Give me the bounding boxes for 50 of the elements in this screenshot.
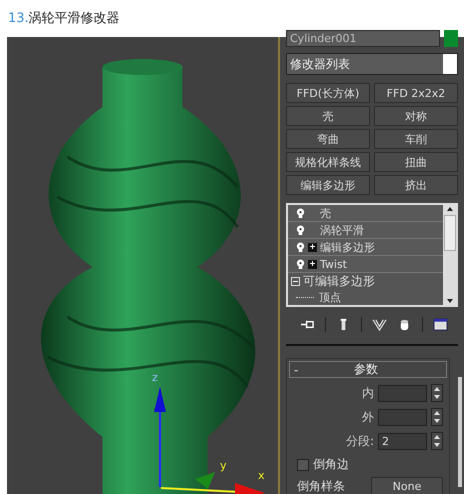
modifier-button[interactable]: 规格化样条线 [286, 152, 370, 172]
lightbulb-icon[interactable] [296, 242, 305, 252]
modifier-button[interactable]: 对称 [374, 106, 458, 126]
field-label: 倒角样条 [297, 478, 345, 494]
spinner-control[interactable] [431, 432, 443, 450]
axis-label: x [258, 469, 265, 482]
modifier-list-dropdown[interactable]: 修改器列表 [286, 53, 458, 75]
modifier-button[interactable]: 壳 [286, 106, 370, 126]
modifier-button[interactable]: 编辑多边形 [286, 175, 370, 195]
object-name-field[interactable]: Cylinder001 [286, 30, 440, 47]
field-label: 分段: [346, 432, 374, 450]
funnel-icon[interactable] [372, 318, 387, 331]
expand-toggle[interactable] [308, 260, 317, 268]
modifier-button[interactable]: FFD 2x2x2 [374, 83, 458, 103]
rollout-header[interactable]: - 参数 [289, 361, 447, 378]
modifier-button[interactable]: 扭曲 [374, 152, 458, 172]
color-swatch[interactable] [444, 30, 458, 47]
x-axis-arrow[interactable] [160, 483, 265, 494]
spinner-control[interactable] [431, 408, 443, 426]
stack-item[interactable]: Twist [288, 256, 443, 273]
scrollbar[interactable] [443, 205, 456, 305]
spinner-control[interactable] [431, 384, 443, 402]
lightbulb-icon[interactable] [296, 208, 305, 218]
none-button[interactable]: None [371, 477, 443, 494]
modifier-button[interactable]: 车削 [374, 129, 458, 149]
field-label: 内 [362, 384, 374, 402]
stack-item[interactable]: 壳 [288, 205, 443, 222]
axis-label: z [152, 371, 158, 384]
checkbox[interactable] [297, 458, 309, 470]
modifier-button[interactable]: 挤出 [374, 175, 458, 195]
page-title: 13.涡轮平滑修改器 [7, 10, 121, 28]
expand-toggle[interactable] [308, 242, 317, 252]
axis-label: y [220, 459, 227, 472]
field-label: 外 [362, 408, 374, 426]
stack-item[interactable]: 编辑多边形 [288, 239, 443, 256]
number-field[interactable]: 2 [378, 432, 427, 450]
modifier-button[interactable]: FFD(长方体) [286, 83, 370, 103]
stack-subitem[interactable]: 顶点 [288, 289, 443, 305]
number-field[interactable] [378, 384, 427, 402]
lightbulb-icon[interactable] [296, 258, 305, 270]
lightbulb-icon[interactable] [296, 224, 305, 236]
panel-scrollbar[interactable] [458, 377, 462, 487]
number-field[interactable] [378, 408, 427, 426]
pin-icon[interactable] [300, 318, 315, 331]
window-icon[interactable] [433, 318, 448, 331]
stack-item[interactable]: 涡轮平滑 [288, 222, 443, 239]
checkbox-label: 倒角边 [313, 456, 349, 473]
caret-icon [443, 54, 457, 74]
modifier-button[interactable]: 弯曲 [286, 129, 370, 149]
collapse-toggle[interactable] [291, 276, 300, 286]
